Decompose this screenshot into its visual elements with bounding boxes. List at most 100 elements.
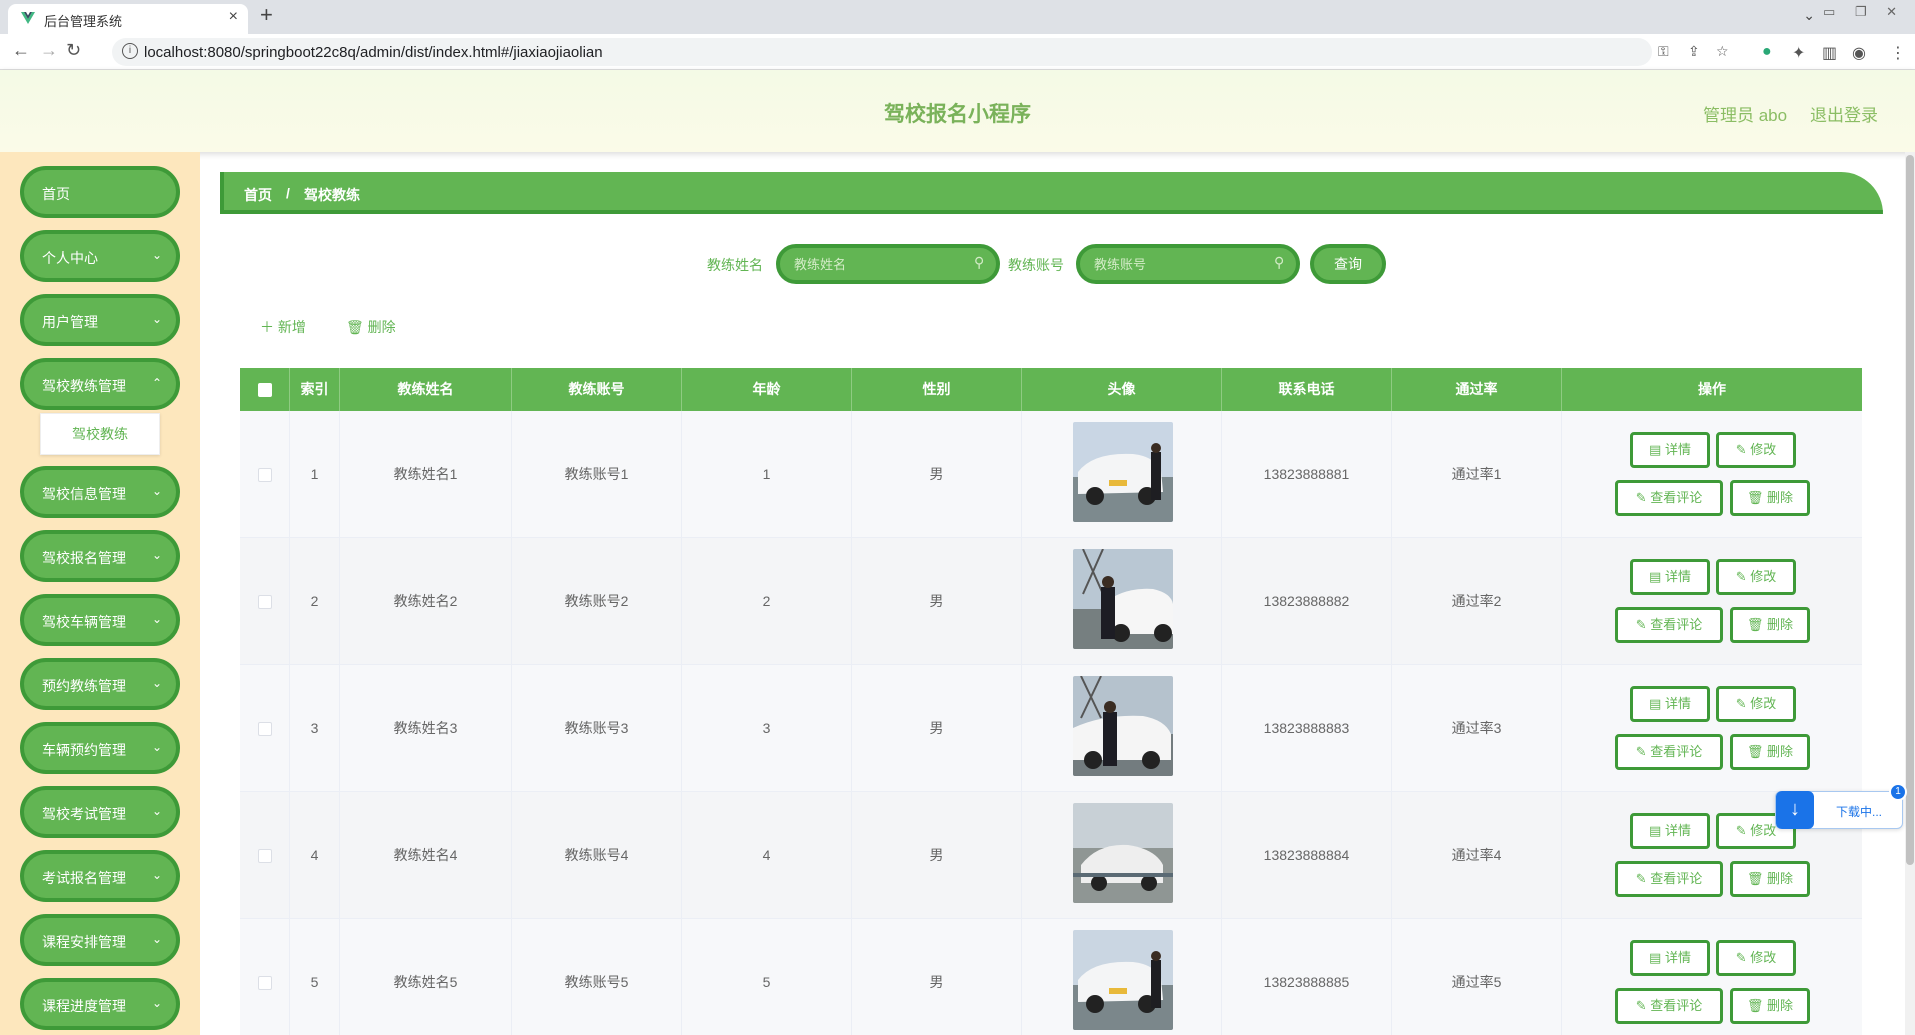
query-button[interactable]: 查询 xyxy=(1310,244,1386,284)
view-comments-button[interactable]: ✎ 查看评论 xyxy=(1615,861,1723,897)
account-cell: 教练账号5 xyxy=(512,919,682,1035)
checkbox-cell xyxy=(240,411,290,538)
view-comments-button[interactable]: ✎ 查看评论 xyxy=(1615,734,1723,770)
coach-account-input[interactable] xyxy=(1076,244,1300,284)
avatar xyxy=(1073,676,1173,776)
logout-link[interactable]: 退出登录 xyxy=(1810,101,1878,126)
phone-cell: 13823888882 xyxy=(1222,538,1392,665)
sidebar-item-user-management[interactable]: 用户管理 ⌄ xyxy=(20,294,180,346)
sidebar-item-personal-center[interactable]: 个人中心 ⌄ xyxy=(20,230,180,282)
share-icon[interactable]: ⇪ xyxy=(1688,43,1700,60)
delete-button[interactable]: 🗑︎ 删除 xyxy=(1730,480,1810,516)
sidebar-item-label: 驾校教练管理 xyxy=(42,378,126,394)
phone-cell: 13823888884 xyxy=(1222,792,1392,919)
sidebar-item-coach-management[interactable]: 驾校教练管理 ⌃ xyxy=(20,358,180,410)
key-icon[interactable]: ⚿ xyxy=(1658,43,1669,60)
sidebar-item-exam-registration[interactable]: 考试报名管理 ⌄ xyxy=(20,850,180,902)
account-cell: 教练账号2 xyxy=(512,538,682,665)
window-controls[interactable]: ▭ ❐ ✕ xyxy=(1823,4,1905,20)
download-bubble[interactable]: ↓ 下载中... xyxy=(1775,791,1903,829)
avatar xyxy=(1073,549,1173,649)
view-comments-button[interactable]: ✎ 查看评论 xyxy=(1615,480,1723,516)
info-icon[interactable]: i xyxy=(122,43,138,59)
sidebar-item-exam[interactable]: 驾校考试管理 ⌄ xyxy=(20,786,180,838)
delete-button[interactable]: 🗑︎ 删除 xyxy=(1730,861,1810,897)
extension-icon[interactable]: ● xyxy=(1762,43,1772,61)
submenu-item-coach[interactable]: 驾校教练 xyxy=(40,413,160,455)
tab-title: 后台管理系统 xyxy=(44,14,123,29)
puzzle-icon[interactable]: ✦ xyxy=(1792,43,1805,63)
tab-search-icon[interactable]: ⌄ xyxy=(1803,7,1815,24)
trash-icon: 🗑︎ xyxy=(1746,744,1768,759)
chevron-down-icon: ⌄ xyxy=(151,868,162,882)
avatar xyxy=(1073,803,1173,903)
trash-icon: 🗑︎ xyxy=(1746,998,1768,1013)
menu-icon[interactable]: ⋮ xyxy=(1890,43,1906,63)
close-tab-icon[interactable]: × xyxy=(229,8,238,26)
delete-button-label: 删除 xyxy=(367,319,396,335)
edit-button[interactable]: ✎ 修改 xyxy=(1716,686,1796,722)
gender-cell: 男 xyxy=(852,919,1022,1035)
row-checkbox[interactable] xyxy=(258,849,272,863)
column-header: 索引 xyxy=(290,368,340,411)
sidebar-item-label: 首页 xyxy=(42,186,70,202)
back-icon[interactable]: ← xyxy=(12,40,30,61)
sidebar-item-home[interactable]: 首页 xyxy=(20,166,180,218)
view-comments-button[interactable]: ✎ 查看评论 xyxy=(1615,988,1723,1024)
detail-button[interactable]: ▤ 详情 xyxy=(1630,940,1710,976)
detail-button[interactable]: ▤ 详情 xyxy=(1630,813,1710,849)
table-row: 3 教练姓名3 教练账号3 3 男 13823888883 通过率3 ▤ 详情 … xyxy=(240,665,1862,792)
browser-tabstrip: 后台管理系统 × + ⌄ ▭ ❐ ✕ xyxy=(0,0,1915,34)
row-checkbox[interactable] xyxy=(258,976,272,990)
row-checkbox[interactable] xyxy=(258,468,272,482)
delete-button[interactable]: 🗑︎ 删除 xyxy=(1730,988,1810,1024)
sidebar-item-vehicle-booking[interactable]: 车辆预约管理 ⌄ xyxy=(20,722,180,774)
sidebar-item-registration[interactable]: 驾校报名管理 ⌄ xyxy=(20,530,180,582)
detail-button[interactable]: ▤ 详情 xyxy=(1630,432,1710,468)
sidebar-item-vehicle[interactable]: 驾校车辆管理 ⌄ xyxy=(20,594,180,646)
pencil-icon: ✎ xyxy=(1735,823,1751,838)
search-icon: ⚲ xyxy=(974,254,985,270)
coach-name-label: 教练姓名 xyxy=(707,257,763,273)
row-checkbox[interactable] xyxy=(258,722,272,736)
sidebar-item-course-schedule[interactable]: 课程安排管理 ⌄ xyxy=(20,914,180,966)
profile-icon[interactable]: ◉ xyxy=(1852,43,1866,63)
name-cell: 教练姓名2 xyxy=(340,538,512,665)
sidepanel-icon[interactable]: ▥ xyxy=(1822,43,1837,63)
forward-icon[interactable]: → xyxy=(40,40,58,61)
reload-icon[interactable]: ↻ xyxy=(66,40,81,61)
view-comments-button[interactable]: ✎ 查看评论 xyxy=(1615,607,1723,643)
edit-button[interactable]: ✎ 修改 xyxy=(1716,559,1796,595)
table-row: 1 教练姓名1 教练账号1 1 男 13823888881 通过率1 ▤ 详情 … xyxy=(240,411,1862,538)
breadcrumb-home[interactable]: 首页 xyxy=(244,185,272,205)
detail-label: 详情 xyxy=(1664,442,1691,457)
detail-button[interactable]: ▤ 详情 xyxy=(1630,559,1710,595)
edit-button[interactable]: ✎ 修改 xyxy=(1716,432,1796,468)
gender-cell: 男 xyxy=(852,792,1022,919)
delete-button[interactable]: 🗑︎ 删除 xyxy=(1730,734,1810,770)
download-count-badge: 1 xyxy=(1889,783,1907,801)
coach-name-input[interactable] xyxy=(776,244,1000,284)
trash-icon: 🗑︎ xyxy=(1746,871,1768,886)
name-cell: 教练姓名1 xyxy=(340,411,512,538)
pencil-icon: ✎ xyxy=(1735,442,1751,457)
new-tab-button[interactable]: + xyxy=(260,2,273,28)
browser-tab[interactable]: 后台管理系统 × xyxy=(8,4,248,34)
column-header: 头像 xyxy=(1022,368,1222,411)
sidebar-item-coach-booking[interactable]: 预约教练管理 ⌄ xyxy=(20,658,180,710)
detail-button[interactable]: ▤ 详情 xyxy=(1630,686,1710,722)
delete-label: 删除 xyxy=(1767,744,1794,759)
scrollbar-thumb[interactable] xyxy=(1906,155,1914,865)
delete-button[interactable]: 🗑︎ 删除 xyxy=(1730,607,1810,643)
star-icon[interactable]: ☆ xyxy=(1716,43,1729,60)
name-cell: 教练姓名3 xyxy=(340,665,512,792)
batch-delete-button[interactable]: 🗑︎ 删除 xyxy=(346,317,396,337)
edit-button[interactable]: ✎ 修改 xyxy=(1716,940,1796,976)
select-all-checkbox[interactable] xyxy=(258,383,272,397)
address-bar[interactable]: i localhost:8080/springboot22c8q/admin/d… xyxy=(112,38,1729,66)
row-checkbox[interactable] xyxy=(258,595,272,609)
sidebar-item-course-progress[interactable]: 课程进度管理 ⌄ xyxy=(20,978,180,1030)
age-cell: 5 xyxy=(682,919,852,1035)
sidebar-item-school-info[interactable]: 驾校信息管理 ⌄ xyxy=(20,466,180,518)
add-button[interactable]: ＋ 新增 xyxy=(260,317,306,337)
